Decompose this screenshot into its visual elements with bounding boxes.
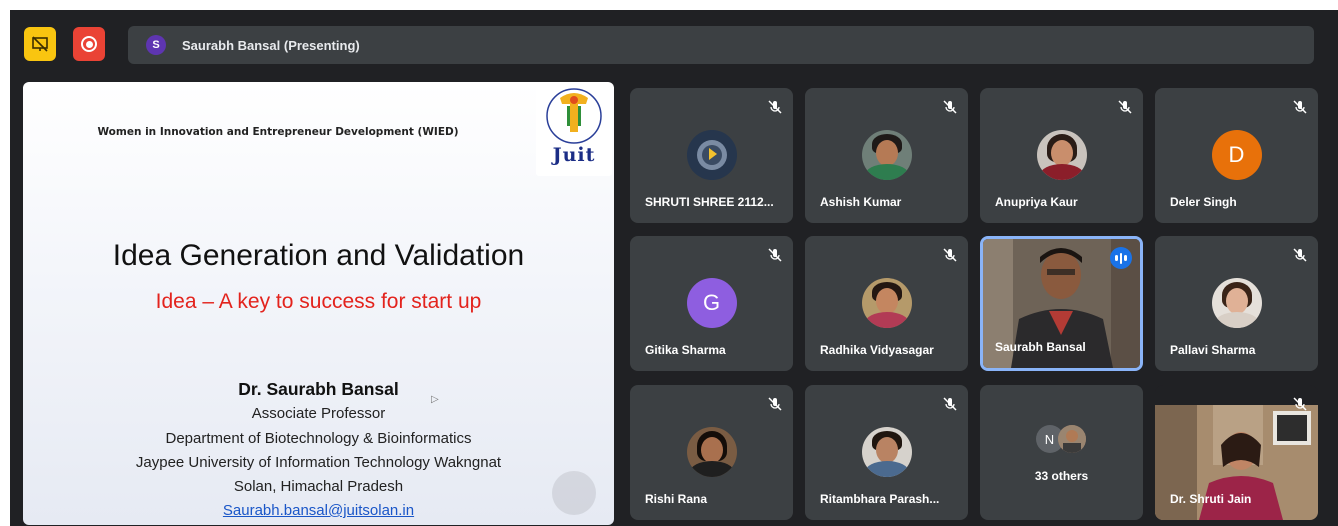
slide-role: Associate Professor bbox=[251, 405, 386, 422]
participant-tile[interactable]: Radhika Vidyasagar bbox=[805, 236, 968, 371]
participant-tile[interactable]: Dr. Shruti Jain bbox=[1155, 385, 1318, 520]
slide-subtitle: Idea – A key to success for start up bbox=[155, 290, 482, 313]
mic-off-icon bbox=[1293, 100, 1307, 114]
mic-off-icon bbox=[768, 248, 782, 262]
participant-avatar bbox=[1211, 278, 1262, 328]
participant-tile-speaking[interactable]: Saurabh Bansal bbox=[980, 236, 1143, 371]
stop-presenting-button[interactable] bbox=[24, 27, 56, 61]
participant-tile[interactable]: Ashish Kumar bbox=[805, 88, 968, 223]
presenting-banner[interactable]: S Saurabh Bansal (Presenting) bbox=[128, 26, 1314, 64]
participant-tile[interactable]: D Deler Singh bbox=[1155, 88, 1318, 223]
participant-name: Ashish Kumar bbox=[820, 195, 902, 209]
participant-tile[interactable]: Rishi Rana bbox=[630, 385, 793, 520]
shared-slide: Women in Innovation and Entrepreneur Dev… bbox=[23, 82, 614, 525]
mouse-cursor-icon: ▷ bbox=[431, 394, 439, 405]
recording-button[interactable] bbox=[73, 27, 105, 61]
slide-university: Jaypee University of Information Technol… bbox=[135, 454, 502, 471]
mic-off-icon bbox=[1118, 100, 1132, 114]
presenter-label: Saurabh Bansal (Presenting) bbox=[182, 37, 360, 53]
slide-email-link[interactable]: Saurabh.bansal@juitsolan.in bbox=[223, 502, 414, 519]
participant-tile[interactable]: G Gitika Sharma bbox=[630, 236, 793, 371]
participant-tile[interactable]: SHRUTI SHREE 2112... bbox=[630, 88, 793, 223]
participant-name: Dr. Shruti Jain bbox=[1170, 492, 1252, 506]
speaking-indicator-icon bbox=[1110, 247, 1132, 269]
university-logo: Juit bbox=[536, 84, 612, 176]
slide-department: Department of Biotechnology & Bioinforma… bbox=[165, 430, 472, 447]
participant-tile[interactable]: Ritambhara Parash... bbox=[805, 385, 968, 520]
mic-off-icon bbox=[1293, 397, 1307, 411]
participant-name: Saurabh Bansal bbox=[995, 340, 1086, 354]
participant-name: Pallavi Sharma bbox=[1170, 343, 1256, 357]
slide-email-row: Saurabh.bansal@juitsolan.in bbox=[23, 502, 614, 519]
avatar-letter: G bbox=[702, 290, 721, 315]
avatar-letter: D bbox=[1228, 142, 1245, 167]
participant-avatar bbox=[861, 130, 912, 180]
presenter-avatar: S bbox=[146, 35, 166, 55]
participant-name: Deler Singh bbox=[1170, 195, 1237, 209]
meeting-stage: S Saurabh Bansal (Presenting) Women in I… bbox=[10, 10, 1338, 526]
participant-name: Gitika Sharma bbox=[645, 343, 726, 357]
slide-location: Solan, Himachal Pradesh bbox=[233, 478, 404, 495]
mic-off-icon bbox=[943, 397, 957, 411]
mic-off-icon bbox=[1293, 248, 1307, 262]
slide-header: Women in Innovation and Entrepreneur Dev… bbox=[97, 126, 459, 138]
others-count: 33 others bbox=[1034, 469, 1089, 483]
participant-avatar bbox=[861, 427, 912, 477]
slide-overlay-button[interactable] bbox=[552, 471, 596, 515]
slide-author: Dr. Saurabh Bansal bbox=[238, 379, 399, 399]
participant-avatar: G bbox=[686, 278, 737, 328]
participant-name: Rishi Rana bbox=[645, 492, 708, 506]
mic-off-icon bbox=[768, 397, 782, 411]
participant-avatar bbox=[1057, 425, 1086, 453]
participant-name: Anupriya Kaur bbox=[995, 195, 1078, 209]
record-icon bbox=[81, 36, 97, 52]
slide-title: Idea Generation and Validation bbox=[112, 239, 525, 272]
mic-off-icon bbox=[943, 248, 957, 262]
logo-wordmark: Juit bbox=[552, 144, 596, 166]
participant-avatar bbox=[686, 130, 737, 180]
others-tile[interactable]: N 33 others bbox=[980, 385, 1143, 520]
participant-avatar bbox=[1036, 130, 1087, 180]
participant-name: Ritambhara Parash... bbox=[820, 492, 940, 506]
participant-avatar bbox=[686, 427, 737, 477]
participant-tile[interactable]: Pallavi Sharma bbox=[1155, 236, 1318, 371]
others-avatars: N bbox=[1035, 425, 1094, 453]
presentation-off-icon bbox=[32, 36, 48, 52]
participant-name: SHRUTI SHREE 2112... bbox=[645, 195, 774, 209]
mic-off-icon bbox=[943, 100, 957, 114]
participant-avatar bbox=[861, 278, 912, 328]
mic-off-icon bbox=[768, 100, 782, 114]
participant-tile[interactable]: Anupriya Kaur bbox=[980, 88, 1143, 223]
participant-name: Radhika Vidyasagar bbox=[820, 343, 934, 357]
participant-avatar: D bbox=[1211, 130, 1262, 180]
